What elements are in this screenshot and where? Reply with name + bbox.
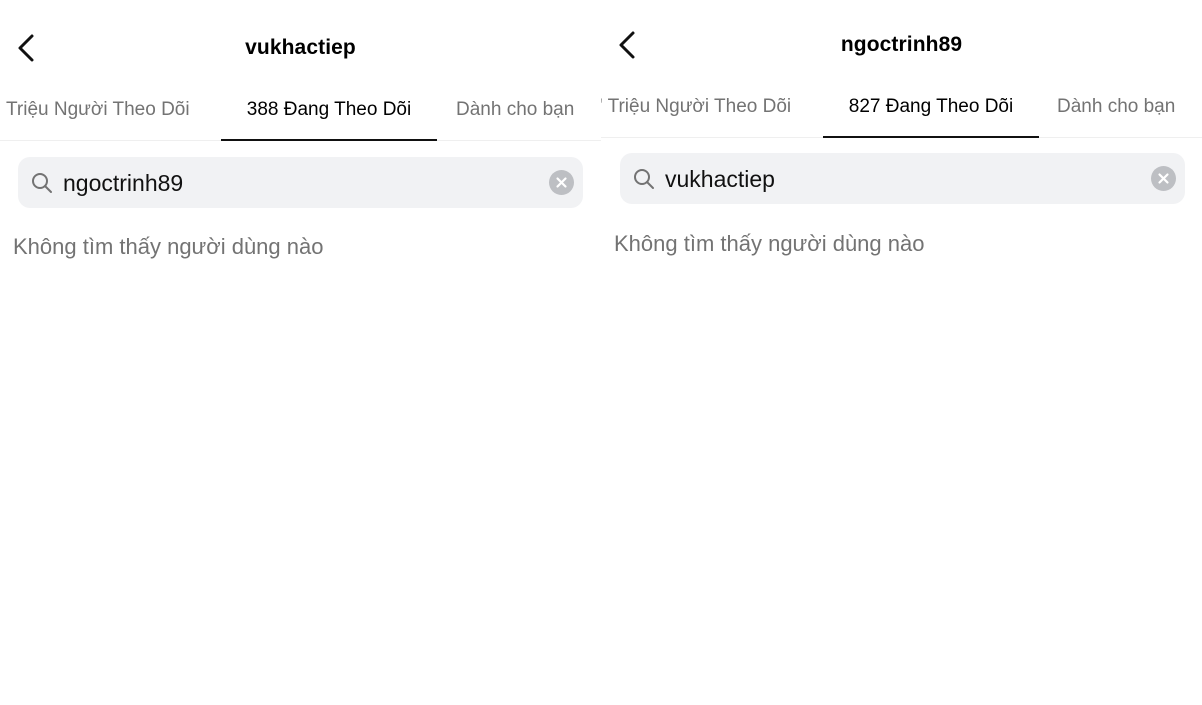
tab-following-label: 388 Đang Theo Dõi <box>246 99 412 120</box>
clear-icon <box>556 177 567 188</box>
tab-followers-label: Triệu Người Theo Dõi <box>6 99 190 120</box>
page-title: ngoctrinh89 <box>840 33 963 56</box>
screen-right: ngoctrinh89 ' Triệu Người Theo Dõi 827 Đ… <box>601 0 1202 705</box>
tab-bar: ' Triệu Người Theo Dõi 827 Đang Theo Dõi… <box>601 93 1202 138</box>
search-icon <box>634 169 654 189</box>
clear-search-button[interactable] <box>1151 166 1176 191</box>
tab-following[interactable]: 388 Đang Theo Dõi <box>221 96 437 140</box>
clear-search-button[interactable] <box>549 170 574 195</box>
tab-followers-label: ' Triệu Người Theo Dõi <box>601 96 792 117</box>
tab-followers[interactable]: ' Triệu Người Theo Dõi <box>601 93 791 137</box>
header: ngoctrinh89 <box>601 25 1202 65</box>
empty-result-message: Không tìm thấy người dùng nào <box>13 234 324 259</box>
tab-for-you[interactable]: Dành cho bạn <box>456 96 574 140</box>
active-tab-indicator <box>823 136 1039 138</box>
tab-bar: Triệu Người Theo Dõi 388 Đang Theo Dõi D… <box>0 96 601 141</box>
tab-for-you[interactable]: Dành cho bạn <box>1057 93 1175 137</box>
tab-followers[interactable]: Triệu Người Theo Dõi <box>6 96 190 140</box>
search-input[interactable]: vukhactiep <box>620 153 1185 204</box>
header: vukhactiep <box>0 28 601 68</box>
active-tab-indicator <box>221 139 437 141</box>
tab-following-label: 827 Đang Theo Dõi <box>848 96 1014 117</box>
tab-following[interactable]: 827 Đang Theo Dõi <box>823 93 1039 137</box>
page-title: vukhactiep <box>245 36 356 59</box>
tab-for-you-label: Dành cho bạn <box>1057 96 1176 117</box>
empty-result-message: Không tìm thấy người dùng nào <box>614 231 925 256</box>
search-icon <box>32 173 52 193</box>
search-input[interactable]: ngoctrinh89 <box>18 157 583 208</box>
search-value: vukhactiep <box>665 166 775 192</box>
tab-for-you-label: Dành cho bạn <box>456 99 575 120</box>
clear-icon <box>1158 173 1169 184</box>
screen-left: vukhactiep Triệu Người Theo Dõi 388 Đang… <box>0 0 601 705</box>
search-value: ngoctrinh89 <box>63 170 184 196</box>
